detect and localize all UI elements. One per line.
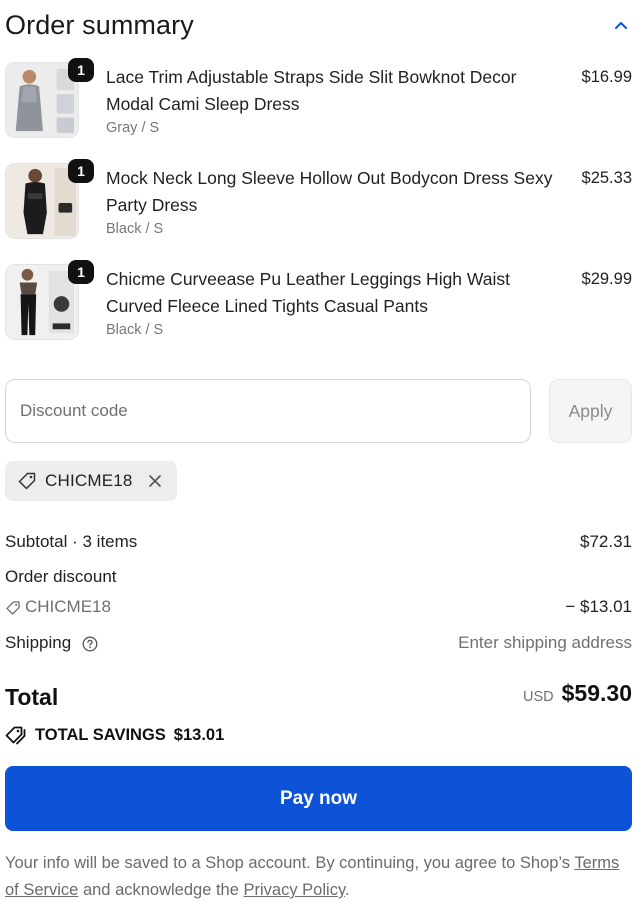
help-circle-icon[interactable] [82, 636, 98, 652]
savings-label: TOTAL SAVINGS [35, 725, 166, 744]
discount-code-label: CHICME18 [25, 597, 111, 616]
tag-icon [5, 600, 21, 616]
close-icon[interactable] [145, 471, 165, 491]
shipping-label: Shipping [5, 633, 72, 652]
item-price: $25.33 [581, 169, 632, 187]
discount-value: − $13.01 [565, 597, 632, 616]
applied-discount-code: CHICME18 [45, 471, 133, 490]
savings-value: $13.01 [173, 725, 225, 744]
item-price: $29.99 [581, 270, 632, 288]
quantity-badge: 1 [68, 58, 94, 82]
shipping-row: Shipping Enter shipping address [5, 630, 632, 656]
discount-code-row: CHICME18 − $13.01 [5, 594, 632, 620]
legal-notice: Your info will be saved to a Shop accoun… [5, 850, 630, 904]
discount-code-input[interactable] [5, 379, 531, 443]
item-variant: Black / S [106, 322, 164, 338]
item-variant: Black / S [106, 221, 164, 237]
order-discount-row: Order discount [5, 564, 632, 590]
order-discount-label: Order discount [5, 567, 117, 586]
subtotal-label: Subtotal · 3 items [5, 532, 138, 551]
item-price: $16.99 [581, 68, 632, 86]
item-title: Lace Trim Adjustable Straps Side Slit Bo… [106, 67, 517, 114]
line-item: 1 Mock Neck Long Sleeve Hollow Out Bodyc… [5, 159, 632, 249]
currency-label: USD [523, 689, 554, 705]
line-item: 1 Chicme Curveease Pu Leather Leggings H… [5, 260, 632, 350]
subtotal-value: $72.31 [580, 532, 632, 551]
total-amount: $59.30 [561, 680, 632, 706]
line-item: 1 Lace Trim Adjustable Straps Side Slit … [5, 58, 632, 148]
quantity-badge: 1 [68, 159, 94, 183]
legal-text: and acknowledge the [78, 881, 244, 899]
total-label: Total [5, 684, 59, 710]
subtotal-row: Subtotal · 3 items $72.31 [5, 529, 632, 555]
item-title: Chicme Curveease Pu Leather Leggings Hig… [106, 269, 511, 316]
page-title: Order summary [5, 10, 194, 40]
legal-text: Your info will be saved to a Shop accoun… [5, 854, 575, 872]
legal-text: . [344, 881, 350, 899]
pay-now-button[interactable]: Pay now [5, 766, 632, 831]
order-summary-header[interactable]: Order summary [5, 8, 632, 44]
applied-discount-chip: CHICME18 [5, 461, 177, 501]
item-title: Mock Neck Long Sleeve Hollow Out Bodycon… [106, 168, 553, 215]
total-savings: TOTAL SAVINGS $13.01 [5, 723, 224, 747]
quantity-badge: 1 [68, 260, 94, 284]
chevron-up-icon[interactable] [610, 14, 632, 36]
tag-icon [17, 471, 37, 491]
tags-icon [5, 725, 27, 745]
privacy-policy-link[interactable]: Privacy Policy [244, 881, 345, 899]
total-row: Total USD $59.30 [5, 680, 632, 716]
item-variant: Gray / S [106, 120, 160, 136]
apply-button[interactable]: Apply [549, 379, 632, 443]
shipping-value: Enter shipping address [458, 633, 632, 652]
